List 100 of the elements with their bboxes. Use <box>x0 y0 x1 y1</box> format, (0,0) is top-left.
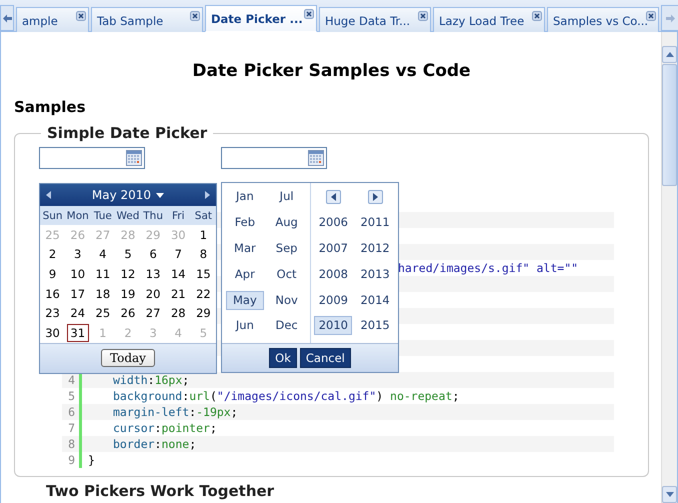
calendar-day[interactable]: 19 <box>116 284 139 303</box>
month-option[interactable]: Jan <box>226 187 264 206</box>
calendar-day[interactable]: 13 <box>142 264 164 283</box>
calendar-day[interactable]: 5 <box>116 245 139 264</box>
calendar-day[interactable]: 29 <box>192 304 214 322</box>
tab[interactable]: Tab Sample <box>91 7 203 32</box>
calendar-day[interactable]: 10 <box>66 264 89 283</box>
tab[interactable]: Lazy Load Tree <box>433 7 545 32</box>
calendar-day[interactable]: 27 <box>142 304 164 322</box>
next-years-button[interactable] <box>368 190 383 204</box>
fieldset-legend: Simple Date Picker <box>41 124 214 142</box>
month-option[interactable]: Nov <box>268 290 306 310</box>
line-number: 4 <box>67 373 75 387</box>
calendar-day[interactable]: 23 <box>42 304 64 322</box>
close-icon[interactable] <box>646 11 656 21</box>
tab[interactable]: Huge Data Tr... <box>319 7 431 32</box>
month-option[interactable]: Mar <box>226 238 264 258</box>
calendar-day[interactable]: 2 <box>42 245 64 264</box>
year-option[interactable]: 2015 <box>356 316 394 336</box>
weekday-label: Wed <box>116 210 140 222</box>
line-number: 7 <box>67 421 75 435</box>
calendar-day[interactable]: 12 <box>116 264 139 283</box>
next-month-icon <box>204 191 210 199</box>
weekday-label: Sun <box>42 210 64 222</box>
previous-years-button[interactable] <box>326 190 341 204</box>
month-option[interactable]: Sep <box>268 238 306 258</box>
ok-button[interactable]: Ok <box>269 348 297 368</box>
fieldset-legend: Two Pickers Work Together <box>46 482 649 500</box>
month-option[interactable]: Dec <box>268 316 306 336</box>
tab[interactable]: Date Picker ... <box>205 5 317 32</box>
year-option[interactable]: 2012 <box>356 238 394 258</box>
year-option[interactable]: 2011 <box>356 213 394 232</box>
year-option[interactable]: 2014 <box>356 290 394 310</box>
year-option[interactable]: 2006 <box>314 213 352 232</box>
calendar-day[interactable]: 31 <box>66 324 89 342</box>
scrollbar[interactable] <box>661 32 677 503</box>
right-arrow-icon <box>372 192 378 201</box>
weekday-label: Fri <box>171 210 186 222</box>
month-option[interactable]: Jul <box>268 187 306 206</box>
scrollbar-thumb[interactable] <box>662 64 677 186</box>
down-arrow-icon <box>666 492 674 497</box>
date-input-field[interactable] <box>221 147 327 169</box>
calendar-day[interactable]: 1 <box>192 226 214 244</box>
calendar-day[interactable]: 25 <box>92 304 114 322</box>
calendar-day[interactable]: 30 <box>42 324 64 342</box>
code-line: border:none; <box>113 437 196 451</box>
month-option[interactable]: Feb <box>226 213 264 232</box>
line-number: 9 <box>67 453 75 467</box>
close-icon[interactable] <box>532 11 542 21</box>
calendar-day[interactable]: 3 <box>66 245 89 264</box>
close-icon[interactable] <box>76 11 86 21</box>
code-line: hared/images/s.gif" alt="" <box>398 261 578 275</box>
month-option[interactable]: Oct <box>268 264 306 284</box>
calendar-day[interactable]: 21 <box>167 284 190 303</box>
calendar-day[interactable]: 11 <box>92 264 114 283</box>
weekday-label: Mon <box>66 210 90 222</box>
calendar-day[interactable]: 14 <box>167 264 190 283</box>
previous-month-icon <box>46 191 51 199</box>
month-option[interactable]: Aug <box>268 213 306 232</box>
calendar-day[interactable]: 24 <box>66 304 89 322</box>
up-arrow-icon <box>666 52 674 57</box>
calendar-day[interactable]: 18 <box>92 284 114 303</box>
code-line: background:url("/images/icons/cal.gif") no-repeat; <box>113 389 460 403</box>
year-option[interactable]: 2009 <box>314 290 352 310</box>
tab[interactable]: Samples vs Co... <box>547 7 659 32</box>
calendar-day[interactable]: 16 <box>42 284 64 303</box>
close-icon[interactable] <box>304 9 314 19</box>
left-arrow-icon <box>330 192 336 201</box>
calendar-icon[interactable] <box>126 150 142 166</box>
calendar-day[interactable]: 7 <box>167 245 190 264</box>
code-line: margin-left:-19px; <box>113 405 238 419</box>
dropdown-caret-icon <box>156 192 164 198</box>
month-option[interactable]: Apr <box>226 264 264 284</box>
year-option[interactable]: 2007 <box>314 238 352 258</box>
today-button[interactable]: Today <box>101 349 155 368</box>
calendar-day[interactable]: 15 <box>192 264 214 283</box>
date-input-field[interactable] <box>39 147 145 169</box>
close-icon[interactable] <box>190 11 200 21</box>
calendar-day[interactable]: 28 <box>167 304 190 322</box>
year-option[interactable]: 2013 <box>356 264 394 284</box>
calendar-icon[interactable] <box>308 150 324 166</box>
month-option[interactable]: May <box>226 290 264 310</box>
calendar-day[interactable]: 8 <box>192 245 214 264</box>
scroll-left-button[interactable] <box>0 5 14 31</box>
close-icon[interactable] <box>418 11 428 21</box>
calendar-day[interactable]: 6 <box>142 245 164 264</box>
calendar-day[interactable]: 20 <box>142 284 164 303</box>
calendar-day[interactable]: 22 <box>192 284 214 303</box>
line-number: 8 <box>67 437 75 451</box>
year-option[interactable]: 2008 <box>314 264 352 284</box>
month-option[interactable]: Jun <box>226 316 264 336</box>
tab[interactable]: ample <box>16 7 89 32</box>
section-title: Samples <box>14 98 87 116</box>
calendar-day[interactable]: 4 <box>92 245 114 264</box>
cancel-button[interactable]: Cancel <box>300 348 351 368</box>
year-option[interactable]: 2010 <box>314 316 352 336</box>
code-line: cursor:pointer; <box>113 421 217 435</box>
calendar-day[interactable]: 17 <box>66 284 89 303</box>
calendar-day[interactable]: 9 <box>42 264 64 283</box>
calendar-day[interactable]: 26 <box>116 304 139 322</box>
